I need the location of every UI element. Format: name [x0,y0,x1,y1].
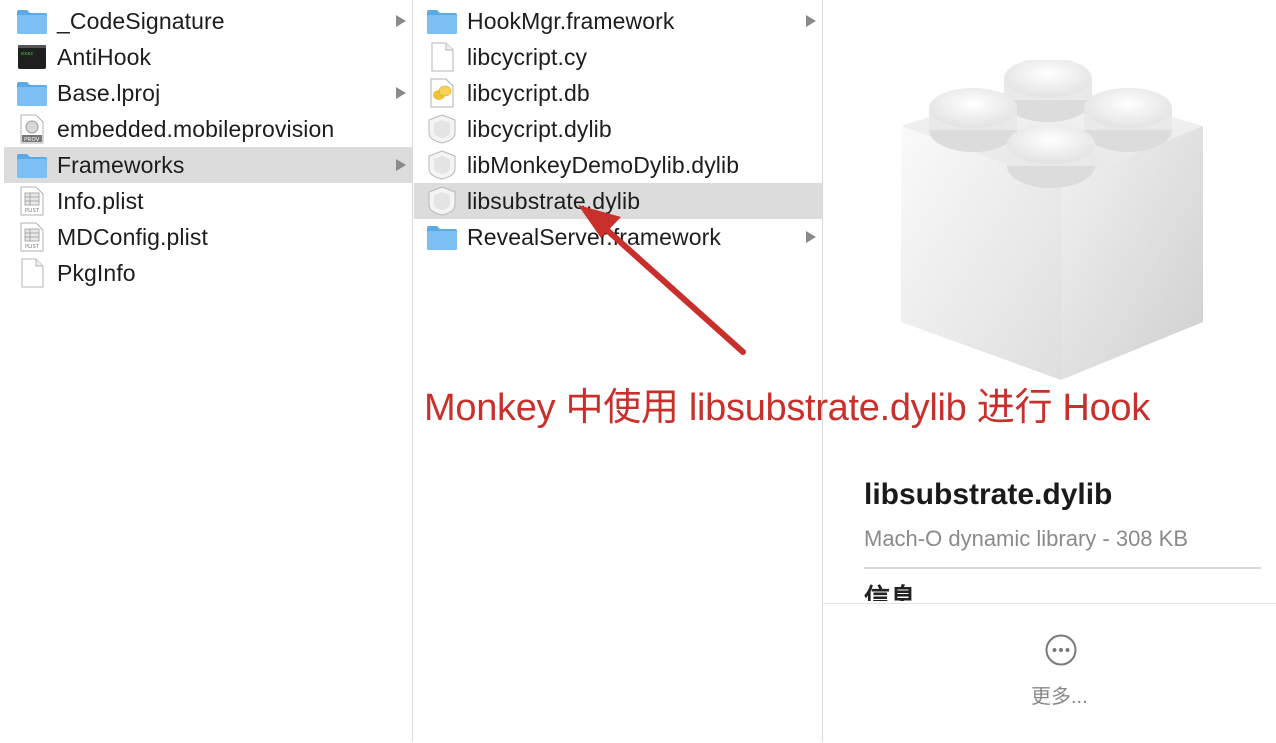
file-item-libmonkeydemodylib-dylib[interactable]: libMonkeyDemoDylib.dylib [414,147,822,183]
dylib-file-icon [426,150,458,180]
file-item-label: Frameworks [57,151,185,178]
file-item-codesignature[interactable]: _CodeSignature [4,3,412,39]
finder-column-app-contents[interactable]: _CodeSignatureexec AntiHook Base.lproj PROV… [0,0,412,742]
file-item-label: Info.plist [57,187,144,214]
file-item-label: MDConfig.plist [57,223,208,250]
file-item-label: _CodeSignature [57,7,225,34]
file-item-info-plist[interactable]: PLIST Info.plist [4,183,412,219]
terminal-executable-icon: exec [16,42,48,72]
folder-icon [16,150,48,180]
annotation-caption: Monkey 中使用 libsubstrate.dylib 进行 Hook [424,387,1150,429]
disclosure-chevron-right-icon[interactable] [396,15,406,27]
file-item-label: libsubstrate.dylib [467,187,641,214]
dylib-file-icon [426,186,458,216]
blank-document-icon [426,42,458,72]
svg-text:PLIST: PLIST [25,208,40,214]
svg-text:PROV: PROV [24,137,40,143]
finder-column-frameworks[interactable]: HookMgr.framework libcycript.cy libcycript… [413,0,822,742]
more-button-label[interactable]: 更多... [1031,680,1088,709]
folder-icon [16,6,48,36]
file-item-mdconfig-plist[interactable]: PLIST MDConfig.plist [4,219,412,255]
file-item-antihook[interactable]: exec AntiHook [4,39,412,75]
dylib-file-icon [426,114,458,144]
disclosure-chevron-right-icon[interactable] [806,15,816,27]
folder-icon [16,78,48,108]
file-item-label: libcycript.db [467,79,590,106]
info-section-heading: 信息 [864,583,917,601]
file-item-label: AntiHook [57,43,152,70]
file-item-libcycript-cy[interactable]: libcycript.cy [414,39,822,75]
file-item-label: libcycript.cy [467,43,588,70]
preview-file-kind-size: Mach-O dynamic library - 308 KB [864,526,1188,551]
file-item-embedded-mobileprovision[interactable]: PROV embedded.mobileprovision [4,111,412,147]
folder-icon [426,222,458,252]
disclosure-chevron-right-icon[interactable] [396,159,406,171]
more-ellipsis-icon[interactable] [1045,634,1077,666]
file-item-label: embedded.mobileprovision [57,115,335,142]
plist-file-icon: PLIST [16,222,48,252]
file-item-label: RevealServer.framework [467,223,722,250]
lego-brick-library-icon [901,60,1203,380]
file-item-revealserver-framework[interactable]: RevealServer.framework [414,219,822,255]
file-item-label: libMonkeyDemoDylib.dylib [467,151,740,178]
blank-document-icon [16,258,48,288]
preview-divider [864,567,1261,569]
file-item-label: libcycript.dylib [467,115,612,142]
file-item-libcycript-db[interactable]: libcycript.db [414,75,822,111]
disclosure-chevron-right-icon[interactable] [806,231,816,243]
preview-pane: libsubstrate.dylib Mach-O dynamic librar… [823,0,1276,743]
folder-icon [426,6,458,36]
file-item-label: HookMgr.framework [467,7,675,34]
svg-text:exec: exec [21,51,33,57]
database-file-icon [426,78,458,108]
file-item-frameworks[interactable]: Frameworks [4,147,412,183]
preview-file-name: libsubstrate.dylib [864,478,1113,511]
file-item-label: Base.lproj [57,79,161,106]
svg-text:PLIST: PLIST [25,244,40,250]
file-item-libcycript-dylib[interactable]: libcycript.dylib [414,111,822,147]
provision-file-icon: PROV [16,114,48,144]
plist-file-icon: PLIST [16,186,48,216]
file-item-hookmgr-framework[interactable]: HookMgr.framework [414,3,822,39]
file-item-pkginfo[interactable]: PkgInfo [4,255,412,291]
more-actions[interactable]: 更多... [823,603,1276,743]
disclosure-chevron-right-icon[interactable] [396,87,406,99]
file-item-libsubstrate-dylib[interactable]: libsubstrate.dylib [414,183,822,219]
file-item-base-lproj[interactable]: Base.lproj [4,75,412,111]
file-item-label: PkgInfo [57,259,136,286]
